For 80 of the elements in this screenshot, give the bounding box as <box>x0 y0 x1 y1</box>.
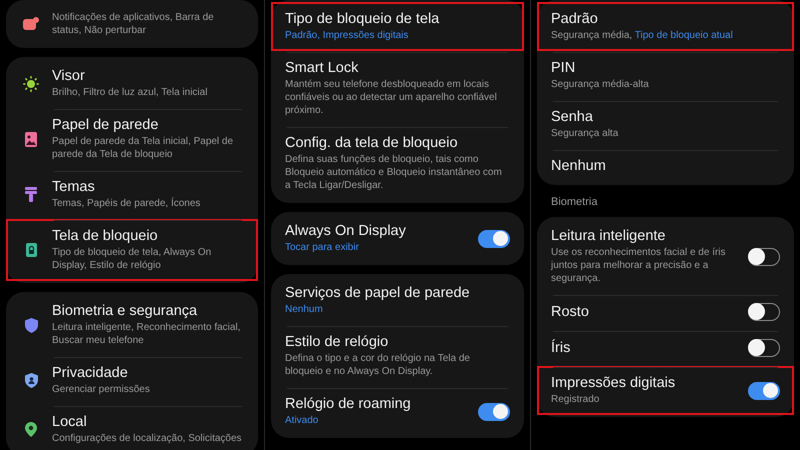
settings-item[interactable]: Impressões digitais Registrado <box>537 366 794 415</box>
location-pin-icon <box>25 422 37 437</box>
settings-item[interactable]: Local Configurações de localização, Solicitações <box>6 405 258 450</box>
item-subtitle: Segurança média-alta <box>551 78 650 91</box>
item-title: Leitura inteligente <box>551 228 666 244</box>
item-subtitle: Use os reconhecimentos facial e de íris juntos para melhorar a precisão e a segurança. <box>551 246 727 285</box>
item-title: Tipo de bloqueio de tela <box>285 11 440 27</box>
item-subtitle: Defina o tipo e a cor do relógio na Tela de bloqueio e no Always On Display. <box>285 352 471 378</box>
item-subtitle: Configurações de localização, Solicitações <box>52 432 243 445</box>
section-header: Biometria <box>550 195 598 208</box>
settings-item[interactable]: Íris <box>537 330 794 366</box>
item-subtitle: Segurança média, Tipo de bloqueio atual <box>551 29 734 42</box>
settings-item[interactable]: Privacidade Gerenciar permissões <box>6 356 258 405</box>
settings-item[interactable]: Relógio de roaming Ativado <box>271 387 524 436</box>
settings-item[interactable]: Config. da tela de bloqueio Defina suas funções de bloqueio, tais como Bloqueio automático e Bloqueio instantâneo com a Tecla Ligar/Desligar. <box>271 126 524 201</box>
item-title: PIN <box>551 60 576 76</box>
settings-item[interactable]: Always On Display Tocar para exibir <box>271 214 524 263</box>
toggle-switch[interactable] <box>748 303 780 321</box>
item-title: Biometria e segurança <box>52 303 198 319</box>
item-subtitle: Defina suas funções de bloqueio, tais como Bloqueio automático e Bloqueio instantâneo com a Tecla Ligar/Desligar. <box>285 153 503 192</box>
item-subtitle: Notificações de aplicativos, Barra de status, Não perturbar <box>52 11 215 37</box>
item-title: Serviços de papel de parede <box>285 285 471 301</box>
item-title: Papel de parede <box>52 117 160 133</box>
item-title: Local <box>52 414 88 430</box>
toggle-switch[interactable] <box>478 230 510 248</box>
item-title: Íris <box>551 340 572 356</box>
item-subtitle: Tocar para exibir <box>285 241 360 254</box>
item-subtitle: Temas, Papéis de parede, Ícones <box>52 197 202 210</box>
settings-item[interactable]: Nenhum <box>537 149 794 183</box>
item-subtitle: Gerenciar permissões <box>52 383 151 396</box>
item-title: Visor <box>52 68 86 84</box>
item-title: Padrão <box>551 11 599 27</box>
item-title: Privacidade <box>52 365 129 381</box>
settings-item[interactable]: Smart Lock Mantém seu telefone desbloqueado em locais confiáveis ou ao detectar um aparelho confiável próximo. <box>271 51 524 126</box>
paint-roller-icon <box>25 187 37 202</box>
item-subtitle: Mantém seu telefone desbloqueado em locais confiáveis ou ao detectar um aparelho confiável próximo. <box>285 78 498 117</box>
settings-item[interactable]: Senha Segurança alta <box>537 100 794 149</box>
settings-item[interactable]: Biometria e segurança Leitura inteligente, Reconhecimento facial, Buscar meu telefone <box>6 294 258 356</box>
settings-item[interactable]: Serviços de papel de parede Nenhum <box>271 276 524 325</box>
settings-item[interactable]: Temas Temas, Papéis de parede, Ícones <box>6 170 258 219</box>
lock-icon <box>26 243 36 257</box>
item-subtitle: Registrado <box>551 393 600 406</box>
shield-icon <box>24 318 38 332</box>
toggle-switch[interactable] <box>748 382 780 400</box>
settings-item[interactable]: Papel de parede Papel de parede da Tela inicial, Papel de parede da Tela de bloqueio <box>6 108 258 170</box>
picture-icon <box>25 132 37 146</box>
notification-icon <box>23 17 39 31</box>
item-title: Estilo de relógio <box>285 334 390 350</box>
settings-item[interactable]: Estilo de relógio Defina o tipo e a cor do relógio na Tela de bloqueio e no Always On Display. <box>271 325 524 387</box>
settings-item[interactable]: Rosto <box>537 294 794 330</box>
item-subtitle: Ativado <box>285 414 320 427</box>
item-title: Impressões digitais <box>551 375 676 391</box>
privacy-shield-icon <box>24 373 38 388</box>
toggle-switch[interactable] <box>748 339 780 357</box>
settings-item[interactable]: PIN Segurança média-alta <box>537 51 794 100</box>
settings-item[interactable]: Tela de bloqueio Tipo de bloqueio de tela, Always On Display, Estilo de relógio <box>6 219 258 281</box>
item-subtitle: Tipo de bloqueio de tela, Always On Display, Estilo de relógio <box>52 246 212 272</box>
settings-item[interactable]: Leitura inteligente Use os reconhecimentos facial e de íris juntos para melhorar a precisão e a segurança. <box>537 219 794 294</box>
item-title: Nenhum <box>551 158 607 174</box>
sun-icon <box>23 76 39 92</box>
item-title: Config. da tela de bloqueio <box>285 135 459 151</box>
item-title: Smart Lock <box>285 60 360 76</box>
item-title: Senha <box>551 109 594 125</box>
settings-item[interactable]: Padrão Segurança média, Tipo de bloqueio atual <box>537 2 794 51</box>
item-title: Relógio de roaming <box>285 396 412 412</box>
item-subtitle: Papel de parede da Tela inicial, Papel de parede da Tela de bloqueio <box>52 135 234 161</box>
item-subtitle: Segurança alta <box>551 127 620 140</box>
item-subtitle: Nenhum <box>285 303 324 316</box>
toggle-switch[interactable] <box>748 248 780 266</box>
item-title: Always On Display <box>285 223 407 239</box>
item-subtitle: Padrão, Impressões digitais <box>285 29 410 42</box>
item-title: Rosto <box>551 304 590 320</box>
toggle-switch[interactable] <box>478 402 510 420</box>
item-title: Temas <box>52 179 96 195</box>
settings-item[interactable]: Visor Brilho, Filtro de luz azul, Tela inicial <box>6 59 258 108</box>
item-subtitle: Leitura inteligente, Reconhecimento facial, Buscar meu telefone <box>52 321 242 347</box>
item-title: Tela de bloqueio <box>52 228 159 244</box>
settings-item[interactable]: Notificações de aplicativos, Barra de status, Não perturbar <box>6 2 258 46</box>
settings-item[interactable]: Tipo de bloqueio de tela Padrão, Impressões digitais <box>271 2 524 51</box>
item-subtitle: Brilho, Filtro de luz azul, Tela inicial <box>52 86 208 99</box>
